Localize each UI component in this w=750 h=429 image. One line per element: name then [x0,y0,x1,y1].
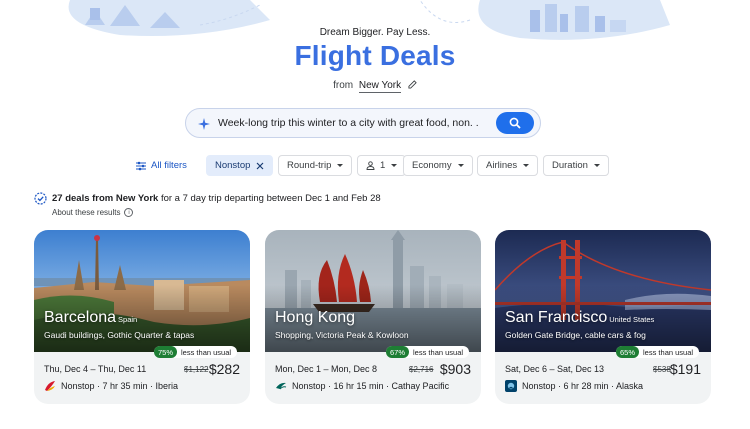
deal-country: United States [609,315,655,324]
sparkle-icon [198,117,210,130]
airlines-label: Airlines [486,160,518,171]
search-icon [509,117,521,129]
flight-details: Nonstop · 7 hr 35 min · Iberia [61,381,179,391]
discount-percent: 75% [154,346,178,358]
alaska-logo-icon [505,380,517,392]
flight-details: Nonstop · 6 hr 28 min · Alaska [522,381,644,391]
deal-card-barcelona[interactable]: Barcelona Spain Gaudi buildings, Gothic Q… [34,230,250,404]
about-results-link[interactable]: About these results i [52,208,134,217]
deal-card-san-francisco[interactable]: San Francisco United States Golden Gate B… [495,230,711,404]
from-label: from [333,80,354,91]
deal-description: Gaudi buildings, Gothic Quarter & tapas [44,330,195,340]
original-price: $538 [653,365,671,374]
deal-city-name: Hong Kong [275,309,356,326]
duration-dropdown[interactable]: Duration [543,155,609,176]
nonstop-filter-chip[interactable]: Nonstop [206,155,274,176]
results-count: 27 deals from New York [52,193,159,204]
flight-info: Nonstop · 16 hr 15 min · Cathay Pacific [275,380,449,392]
search-input[interactable]: Week-long trip this winter to a city wit… [218,117,488,129]
about-results-label: About these results [52,208,121,217]
deal-price: $903 [439,361,471,377]
flight-info: Nonstop · 7 hr 35 min · Iberia [44,380,178,392]
origin-city-selector[interactable]: New York [358,80,402,93]
duration-label: Duration [552,160,588,171]
cathay-pacific-logo-icon [275,380,287,392]
discount-badge: 67% less than usual [386,346,470,358]
deal-description: Shopping, Victoria Peak & Kowloon [275,330,409,340]
deal-country: Spain [118,315,138,324]
discount-label: less than usual [181,347,232,357]
cabin-class-label: Economy [412,160,452,171]
chevron-down-icon [391,164,398,167]
cabin-class-dropdown[interactable]: Economy [403,155,473,176]
results-summary: 27 deals from New York for a 7 day trip … [34,192,381,205]
chevron-down-icon [337,164,344,167]
flight-info: Nonstop · 6 hr 28 min · Alaska [505,380,643,392]
passengers-count: 1 [380,160,386,171]
filter-bar: All filters Nonstop Round-trip 1 Economy… [0,155,750,176]
origin-row: from New York [0,80,750,93]
deal-city-name: Barcelona Spain [44,309,138,326]
deal-price: $282 [208,361,240,377]
tagline: Dream Bigger. Pay Less. [319,27,431,38]
close-icon[interactable] [256,162,264,170]
trip-type-label: Round-trip [287,160,332,171]
pencil-icon[interactable] [408,80,417,92]
chevron-down-icon [593,164,600,167]
all-filters-label: All filters [151,160,187,171]
discount-percent: 67% [386,346,410,358]
results-detail: for a 7 day trip departing between Dec 1… [158,193,381,204]
deal-dates: Sat, Dec 6 – Sat, Dec 13 [505,364,605,374]
flight-details: Nonstop · 16 hr 15 min · Cathay Pacific [292,381,450,391]
chevron-down-icon [457,164,464,167]
discount-badge: 65% less than usual [616,346,700,358]
discount-percent: 65% [616,346,640,358]
original-price: $1,122 [184,365,209,374]
filter-sliders-icon [136,161,146,170]
deal-card-hong-kong[interactable]: Hong Kong Shopping, Victoria Peak & Kowl… [265,230,481,404]
deal-price: $191 [669,361,701,377]
deals-badge-icon [34,192,47,205]
airlines-dropdown[interactable]: Airlines [477,155,539,176]
deal-description: Golden Gate Bridge, cable cars & fog [505,330,646,340]
info-icon[interactable]: i [124,208,134,217]
deal-city-name: San Francisco United States [505,309,655,326]
page-title: Flight Deals [294,40,456,71]
person-icon [366,161,375,170]
deal-dates: Thu, Dec 4 – Thu, Dec 11 [44,364,147,374]
discount-badge: 75% less than usual [154,346,238,358]
iberia-logo-icon [44,380,56,392]
nonstop-label: Nonstop [215,160,251,171]
passengers-dropdown[interactable]: 1 [357,155,407,176]
discount-label: less than usual [643,347,694,357]
search-bar[interactable]: Week-long trip this winter to a city wit… [185,108,541,138]
chevron-down-icon [523,164,530,167]
search-button[interactable] [496,112,534,134]
trip-type-dropdown[interactable]: Round-trip [278,155,353,176]
all-filters-button[interactable]: All filters [136,155,187,176]
deal-dates: Mon, Dec 1 – Mon, Dec 8 [275,364,378,374]
discount-label: less than usual [413,347,464,357]
original-price: $2,716 [409,365,434,374]
